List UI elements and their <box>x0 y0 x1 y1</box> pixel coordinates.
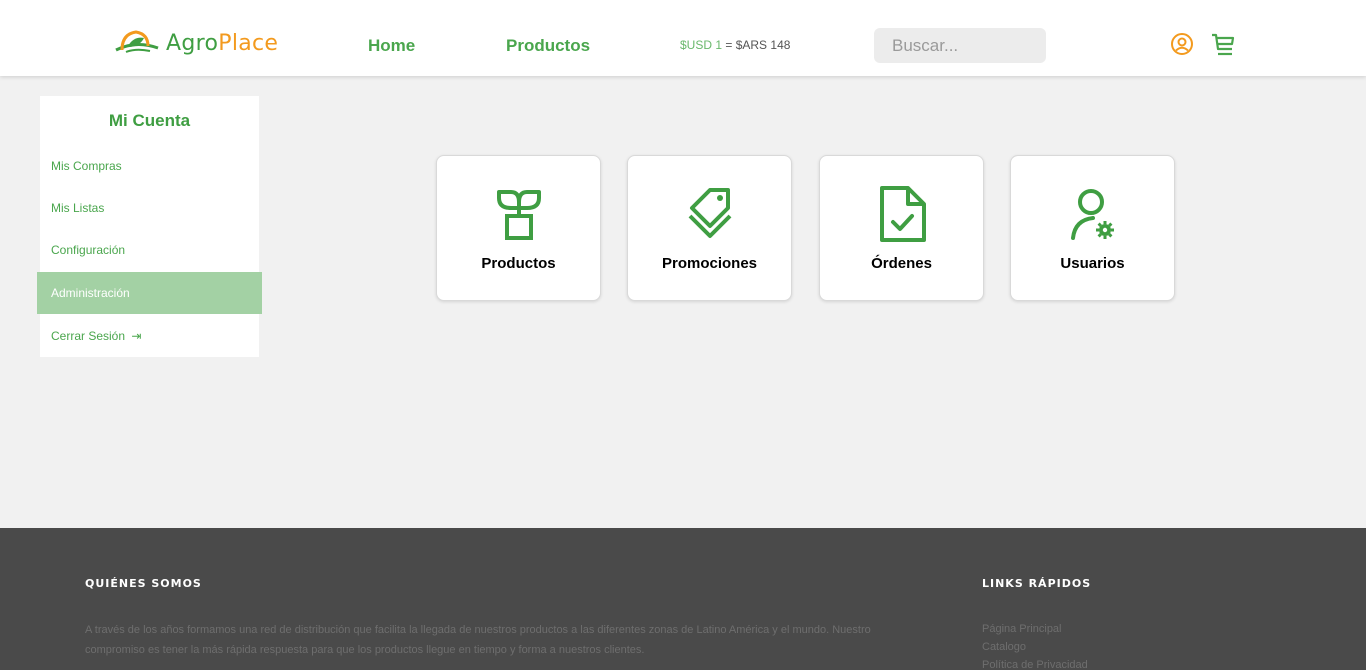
sidebar-title: Mi Cuenta <box>108 111 191 130</box>
admin-card-ordenes[interactable]: Órdenes <box>819 155 984 301</box>
currency-rate: $USD 1 = $ARS 148 <box>680 38 791 52</box>
footer: QUIÉNES SOMOS LINKS RÁPIDOS A través de … <box>0 528 1366 670</box>
card-label: Promociones <box>661 255 758 272</box>
header: AgroPlace Home Productos $USD 1 = $ARS 1… <box>0 0 1366 76</box>
cart-icon[interactable] <box>1210 32 1236 58</box>
logo-text: AgroPlace <box>166 30 279 56</box>
nav-products-link[interactable]: Productos <box>506 36 590 56</box>
sidebar-item-mis-compras[interactable]: Mis Compras <box>40 145 259 187</box>
sidebar-item-mis-listas[interactable]: Mis Listas <box>40 187 259 229</box>
logout-label: Cerrar Sesión <box>51 329 126 343</box>
search-input[interactable] <box>874 28 1046 63</box>
sidebar-item-cerrar-sesion[interactable]: Cerrar Sesión ⇥ <box>40 315 259 357</box>
sidebar-item-configuracion[interactable]: Configuración <box>40 229 259 271</box>
document-check-icon <box>879 186 926 242</box>
logo[interactable]: AgroPlace <box>112 28 278 58</box>
footer-links-heading: LINKS RÁPIDOS <box>982 577 1092 590</box>
card-label: Productos <box>481 255 556 272</box>
account-sidebar: Mi Cuenta Mis Compras Mis Listas Configu… <box>37 96 262 357</box>
user-circle-icon[interactable] <box>1170 32 1194 56</box>
tag-icon <box>688 188 731 238</box>
plant-icon <box>496 190 541 240</box>
footer-links-list: Página Principal Catalogo Política de Pr… <box>982 620 1088 670</box>
footer-about-text: A través de los años formamos una red de… <box>85 624 871 656</box>
card-label: Órdenes <box>871 255 932 272</box>
admin-card-promociones[interactable]: Promociones <box>627 155 792 301</box>
footer-link-pagina-principal[interactable]: Página Principal <box>982 620 1088 638</box>
admin-card-productos[interactable]: Productos <box>436 155 601 301</box>
admin-card-usuarios[interactable]: Usuarios <box>1010 155 1175 301</box>
footer-link-politica-privacidad[interactable]: Política de Privacidad <box>982 656 1088 670</box>
leaf-logo-icon <box>115 30 159 53</box>
footer-about-heading: QUIÉNES SOMOS <box>85 577 202 590</box>
logout-icon: ⇥ <box>131 329 142 343</box>
nav-home-link[interactable]: Home <box>368 36 415 56</box>
footer-link-catalogo[interactable]: Catalogo <box>982 638 1088 656</box>
sidebar-item-administracion[interactable]: Administración <box>37 272 262 314</box>
user-gear-icon <box>1070 189 1114 240</box>
card-label: Usuarios <box>1060 255 1125 272</box>
